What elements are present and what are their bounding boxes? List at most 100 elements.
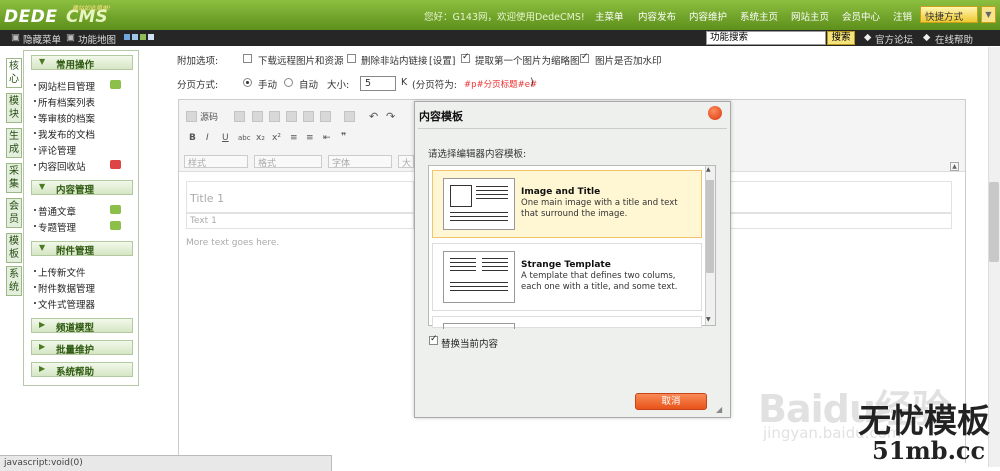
theme-swatch-green[interactable] <box>140 34 146 40</box>
hide-menu-icon[interactable]: ▣ <box>11 32 20 43</box>
italic-icon[interactable]: I <box>206 133 209 146</box>
menu-item-recycle-bin[interactable]: 内容回收站 <box>34 159 86 173</box>
watermark-checkbox[interactable] <box>580 52 589 63</box>
style-select[interactable]: 样式 <box>184 155 248 169</box>
superscript-icon[interactable]: x² <box>272 133 281 146</box>
vtab-system[interactable]: 系统 <box>6 266 22 296</box>
copy-icon[interactable] <box>269 111 280 122</box>
paste-word-icon[interactable] <box>320 111 331 122</box>
page-scrollbar-thumb[interactable] <box>989 182 999 262</box>
triangle-icon: ▼ <box>39 57 46 66</box>
template-item-strange[interactable]: Strange Template A template that defines… <box>432 243 702 311</box>
vtab-module[interactable]: 模块 <box>6 93 22 123</box>
editor-title-cell-right <box>730 181 952 213</box>
redo-icon[interactable]: ↷ <box>386 110 395 123</box>
vtab-template[interactable]: 模板 <box>6 233 22 263</box>
save-icon[interactable] <box>234 111 245 122</box>
theme-swatch-lightblue[interactable] <box>132 34 138 40</box>
underline-icon[interactable]: U <box>222 133 229 146</box>
vtab-core[interactable]: 核心 <box>6 58 22 88</box>
scroll-up-icon[interactable]: ▲ <box>706 166 711 173</box>
function-map-link[interactable]: 功能地图 <box>78 32 116 46</box>
dedecms-logo[interactable]: DEDE CMS 建站如此简单! <box>4 3 144 27</box>
nav-member-center[interactable]: 会员中心 <box>842 9 880 23</box>
theme-swatch-pale[interactable] <box>148 34 154 40</box>
bold-icon[interactable]: B <box>189 133 196 146</box>
undo-icon[interactable]: ↶ <box>369 110 378 123</box>
nav-system-home[interactable]: 系统主页 <box>740 9 778 23</box>
add-icon[interactable] <box>110 205 121 214</box>
source-button[interactable]: 源码 <box>200 110 218 123</box>
template-item-partial[interactable] <box>432 316 702 329</box>
search-button[interactable]: 搜索 <box>827 31 855 45</box>
remove-links-settings-link[interactable]: [设置] <box>429 53 455 67</box>
theme-swatch-blue[interactable] <box>124 34 130 40</box>
official-forum-link[interactable]: 官方论坛 <box>875 32 913 46</box>
format-select[interactable]: 格式 <box>254 155 322 169</box>
print-icon[interactable] <box>344 111 355 122</box>
thumb-line <box>450 286 508 287</box>
menu-item-pending-archives[interactable]: 等审核的档案 <box>33 111 95 125</box>
menu-item-file-manager[interactable]: 文件式管理器 <box>33 297 95 311</box>
scroll-down-icon[interactable]: ▼ <box>706 316 711 323</box>
unordered-list-icon[interactable]: ≡ <box>306 133 314 146</box>
paste-icon[interactable] <box>286 111 297 122</box>
section-channel-model[interactable]: ▶ 频道模型 <box>31 318 133 334</box>
section-batch-maintain[interactable]: ▶ 批量维护 <box>31 340 133 356</box>
remove-links-checkbox[interactable] <box>347 54 356 63</box>
template-item-image-title[interactable]: Image and Title One main image with a ti… <box>432 170 702 238</box>
menu-item-comments[interactable]: 评论管理 <box>33 143 76 157</box>
outdent-icon[interactable]: ⇤ <box>323 133 331 146</box>
download-remote-checkbox[interactable] <box>243 54 252 63</box>
menu-item-article[interactable]: 普通文章 <box>33 204 76 218</box>
vtab-member[interactable]: 会员 <box>6 198 22 228</box>
resize-grip-icon[interactable]: ◢ <box>716 405 726 415</box>
nav-content-maintain[interactable]: 内容维护 <box>689 9 727 23</box>
nav-site-home[interactable]: 网站主页 <box>791 9 829 23</box>
nav-content-publish[interactable]: 内容发布 <box>638 9 676 23</box>
hide-menu-link[interactable]: 隐藏菜单 <box>23 32 61 46</box>
section-common-ops[interactable]: ▼ 常用操作 <box>31 55 133 71</box>
quote-icon[interactable]: ❞ <box>341 132 346 145</box>
online-help-link[interactable]: 在线帮助 <box>935 32 973 46</box>
add-icon[interactable] <box>110 221 121 230</box>
function-search-input[interactable]: 功能搜索 <box>706 31 826 45</box>
section-content-manage[interactable]: ▼ 内容管理 <box>31 180 133 196</box>
nav-main-menu[interactable]: 主菜单 <box>595 9 624 23</box>
quick-access-dropdown[interactable]: 快捷方式 <box>920 6 978 23</box>
page-size-input[interactable]: 5 <box>360 76 396 91</box>
template-name: Strange Template <box>521 260 611 270</box>
menu-item-all-archives[interactable]: 所有档案列表 <box>33 95 95 109</box>
strike-icon[interactable]: abc <box>238 134 251 147</box>
section-attachment-manage[interactable]: ▼ 附件管理 <box>31 241 133 257</box>
collapse-toolbar-icon[interactable]: ▲ <box>950 162 959 171</box>
add-icon[interactable] <box>110 80 121 89</box>
source-icon[interactable] <box>186 111 197 122</box>
paging-auto-radio[interactable] <box>284 78 293 87</box>
subscript-icon[interactable]: x₂ <box>256 133 265 146</box>
ordered-list-icon[interactable]: ≡ <box>290 133 298 146</box>
map-icon[interactable]: ▣ <box>66 32 75 43</box>
template-list-scrollbar-thumb[interactable] <box>706 180 714 273</box>
menu-item-my-documents[interactable]: 我发布的文档 <box>33 127 95 141</box>
menu-item-topic[interactable]: 专题管理 <box>33 220 76 234</box>
paste-text-icon[interactable] <box>303 111 314 122</box>
vtab-generate[interactable]: 生成 <box>6 128 22 158</box>
size-select[interactable]: 大 <box>398 155 414 169</box>
cut-icon[interactable] <box>252 111 263 122</box>
close-icon[interactable] <box>708 106 722 120</box>
vtab-collect[interactable]: 采集 <box>6 163 22 193</box>
replace-content-checkbox[interactable] <box>429 334 438 345</box>
chevron-down-icon[interactable]: ▼ <box>981 6 996 23</box>
menu-item-upload[interactable]: 上传新文件 <box>34 265 86 279</box>
nav-logout[interactable]: 注销 <box>893 9 912 23</box>
extract-thumb-checkbox[interactable] <box>461 52 470 63</box>
cancel-button[interactable]: 取消 <box>635 393 707 410</box>
paging-manual-radio[interactable] <box>243 78 252 87</box>
menu-item-attachment-data[interactable]: 附件数据管理 <box>33 281 95 295</box>
section-system-help[interactable]: ▶ 系统帮助 <box>31 362 133 378</box>
triangle-icon: ▼ <box>39 182 46 191</box>
font-select[interactable]: 字体 <box>328 155 392 169</box>
menu-item-column-manage[interactable]: 网站栏目管理 <box>33 79 95 93</box>
recycle-icon[interactable] <box>110 160 121 169</box>
